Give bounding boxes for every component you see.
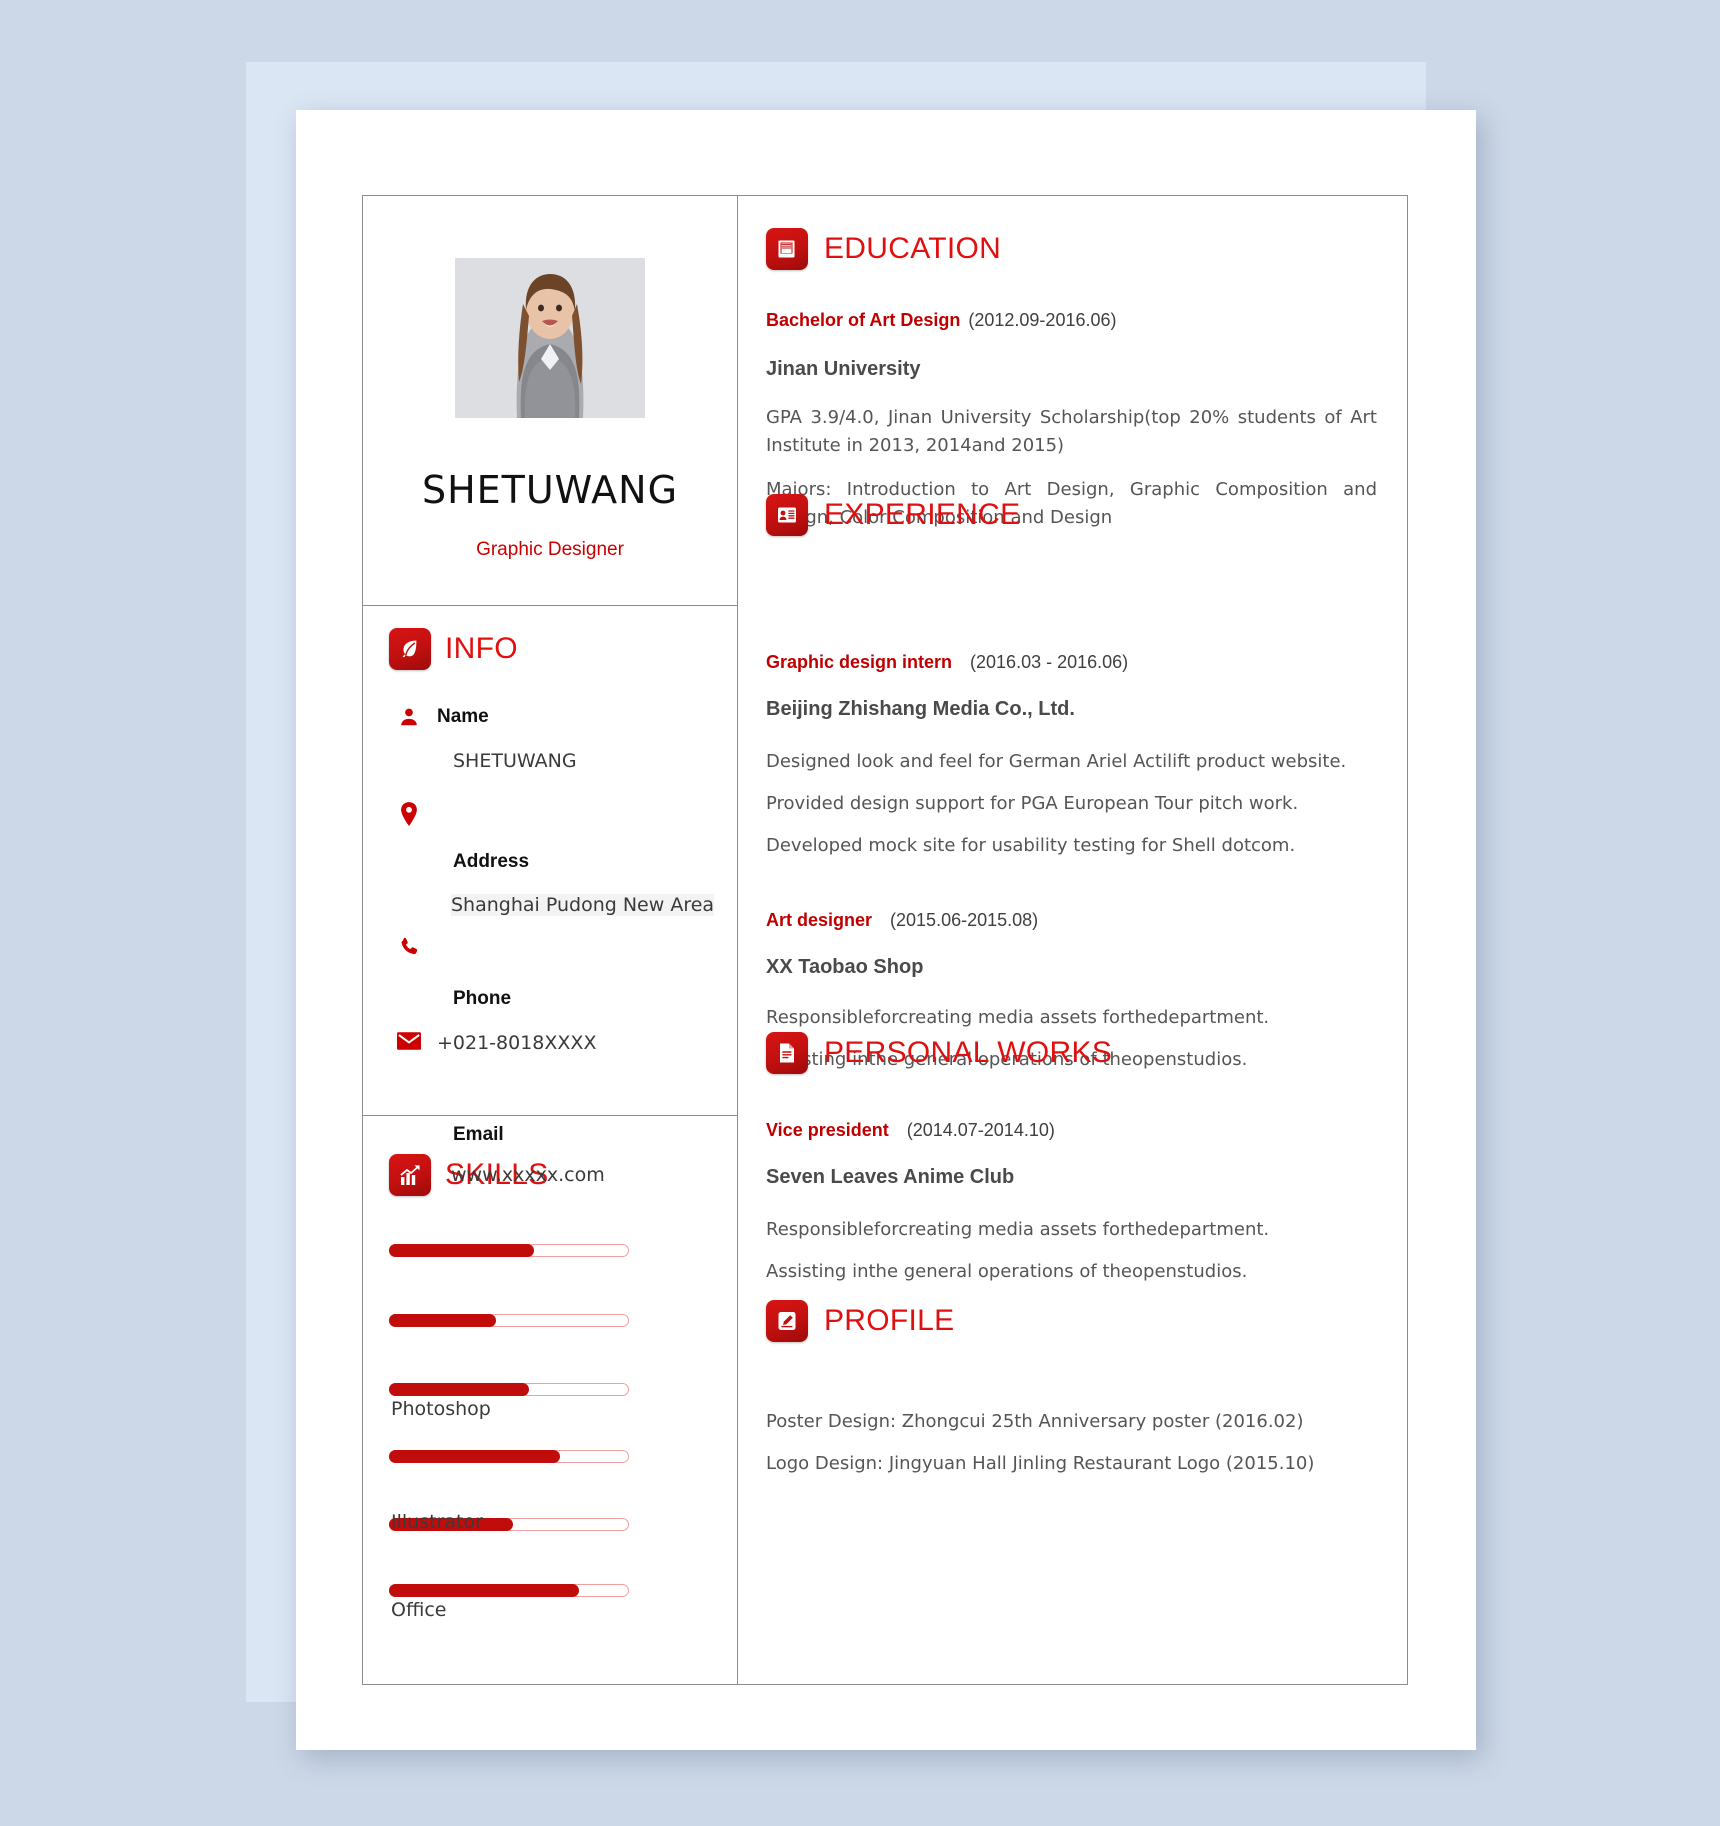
info-label-email-wrap: Email <box>453 1124 504 1146</box>
info-label-name: Name <box>437 706 489 727</box>
person-icon <box>395 706 423 728</box>
experience-date-1: (2016.03 - 2016.06) <box>970 652 1129 672</box>
resume-frame: SHETUWANG Graphic Designer INFO Name SHE… <box>362 195 1408 1685</box>
phone-icon <box>395 936 423 958</box>
experience-date-2: (2015.06-2015.08) <box>890 910 1039 930</box>
info-value-email-wrap: www.xxxxx.com <box>451 1164 605 1186</box>
resume-page: SHETUWANG Graphic Designer INFO Name SHE… <box>296 110 1476 1750</box>
info-section-heading: INFO <box>389 628 518 670</box>
job-title: Graphic Designer <box>476 539 624 560</box>
experience-org-2: XX Taobao Shop <box>766 956 924 978</box>
personal-works-date: (2014.07-2014.10) <box>906 1120 1055 1140</box>
personal-works-role-line: Vice president (2014.07-2014.10) <box>766 1120 1377 1141</box>
edit-document-icon <box>766 1300 808 1342</box>
skill-bar-track <box>389 1450 629 1463</box>
personal-works-role: Vice president <box>766 1120 889 1140</box>
chart-growth-icon <box>389 1154 431 1196</box>
info-value-name: SHETUWANG <box>453 750 577 772</box>
envelope-icon <box>395 1032 423 1050</box>
experience-section-heading: EXPERIENCE <box>766 494 1020 536</box>
info-row-address <box>395 802 423 826</box>
education-degree: Bachelor of Art Design <box>766 310 961 330</box>
profile-line: Logo Design: Jingyuan Hall Jinling Resta… <box>766 1453 1315 1474</box>
profile-section-title: PROFILE <box>824 1304 955 1337</box>
skill-bar-track <box>389 1584 629 1597</box>
experience-role-line-1: Graphic design intern (2016.03 - 2016.06) <box>766 652 1377 673</box>
experience-bullet: Provided design support for PGA European… <box>766 793 1299 814</box>
skill-bar-fill <box>389 1314 497 1327</box>
experience-role-line-2: Art designer (2015.06-2015.08) <box>766 910 1377 931</box>
info-row-phone <box>395 936 423 958</box>
skills-block: Email SKILLS www.xxxxx.com Photoshop Ill… <box>363 1116 737 1684</box>
info-value-address-wrap: Shanghai Pudong New Area <box>451 894 715 916</box>
identity-block: SHETUWANG Graphic Designer <box>363 196 737 606</box>
info-label-phone-wrap: Phone <box>453 988 511 1010</box>
avatar <box>455 258 645 418</box>
info-label-address: Address <box>453 851 530 872</box>
skill-label-photoshop: Photoshop <box>391 1398 491 1420</box>
info-section-title: INFO <box>445 632 518 665</box>
education-school: Jinan University <box>766 358 921 380</box>
location-pin-icon <box>395 802 423 826</box>
info-label-email: Email <box>453 1124 504 1145</box>
skill-label-office: Office <box>391 1599 447 1621</box>
info-label-phone: Phone <box>453 988 512 1009</box>
experience-bullet: Developed mock site for usability testin… <box>766 835 1296 856</box>
info-value-email: www.xxxxx.com <box>451 1164 605 1186</box>
skill-bar-fill <box>389 1450 561 1463</box>
experience-role-1: Graphic design intern <box>766 652 953 672</box>
info-value-phone: +021-8018XXXX <box>437 1032 597 1054</box>
experience-org-1: Beijing Zhishang Media Co., Ltd. <box>766 698 1075 720</box>
skill-bar-fill <box>389 1244 535 1257</box>
profile-line: Poster Design: Zhongcui 25th Anniversary… <box>766 1411 1304 1432</box>
id-card-icon <box>766 494 808 536</box>
experience-role-2: Art designer <box>766 910 873 930</box>
personal-works-bullet: Assisting inthe general operations of th… <box>766 1261 1248 1282</box>
info-value-address: Shanghai Pudong New Area <box>451 894 715 916</box>
document-icon <box>766 1032 808 1074</box>
personal-works-section-heading: PERSONAL WORKS <box>766 1032 1112 1074</box>
education-section-heading: EDUCATION <box>766 228 1001 270</box>
skill-bar-track <box>389 1244 629 1257</box>
personal-works-bullet: Responsibleforcreating media assets fort… <box>766 1219 1270 1240</box>
info-block: INFO Name SHETUWANG Address Shanghai Pud… <box>363 606 737 1116</box>
right-column: EDUCATION Bachelor of Art Design (2012.09… <box>738 196 1407 1684</box>
skill-bar-track <box>389 1314 629 1327</box>
skill-label-illustrator: Illustrator <box>391 1511 483 1533</box>
experience-section-title: EXPERIENCE <box>824 498 1021 531</box>
profile-section-heading: PROFILE <box>766 1300 954 1342</box>
personal-works-org: Seven Leaves Anime Club <box>766 1166 1015 1188</box>
left-column: SHETUWANG Graphic Designer INFO Name SHE… <box>363 196 738 1684</box>
page-title: SHETUWANG <box>421 468 679 512</box>
education-section-title: EDUCATION <box>824 232 1002 265</box>
skill-bar-fill <box>389 1383 530 1396</box>
info-value-name-wrap: SHETUWANG <box>453 750 577 772</box>
skill-bar-fill <box>389 1584 580 1597</box>
leaf-icon <box>389 628 431 670</box>
skill-bar-track <box>389 1383 629 1396</box>
info-row-email: +021-8018XXXX <box>395 1032 596 1054</box>
info-label-address-wrap: Address <box>453 851 529 873</box>
education-degree-date: (2012.09-2016.06) <box>968 310 1117 330</box>
experience-bullet: Designed look and feel for German Ariel … <box>766 751 1347 772</box>
education-paragraph-gpa: GPA 3.9/4.0, Jinan University Scholarshi… <box>766 407 1377 456</box>
info-row-name: Name <box>395 706 489 728</box>
education-degree-line: Bachelor of Art Design (2012.09-2016.06) <box>766 310 1377 331</box>
book-icon <box>766 228 808 270</box>
personal-works-section-title: PERSONAL WORKS <box>824 1036 1113 1069</box>
experience-bullet: Responsibleforcreating media assets fort… <box>766 1007 1270 1028</box>
